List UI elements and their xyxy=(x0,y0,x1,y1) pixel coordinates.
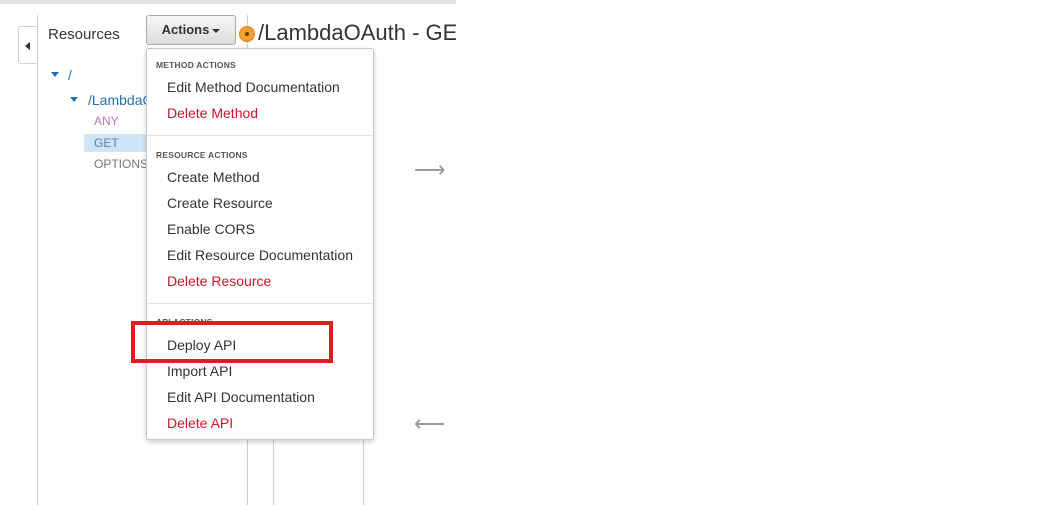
tree-method-get[interactable]: GET xyxy=(94,136,119,150)
orange-dot-icon xyxy=(239,26,255,42)
menu-item-delete-resource[interactable]: Delete Resource xyxy=(167,273,271,289)
resources-title: Resources xyxy=(48,26,120,43)
menu-divider xyxy=(147,303,373,304)
tree-method-options[interactable]: OPTIONS xyxy=(94,157,148,171)
menu-item-edit-method-documentation[interactable]: Edit Method Documentation xyxy=(167,79,340,95)
actions-dropdown-menu: METHOD ACTIONS Edit Method Documentation… xyxy=(146,48,374,440)
menu-divider xyxy=(147,135,373,136)
collapse-panel-button[interactable] xyxy=(18,26,36,64)
tree-root-resource[interactable]: / xyxy=(68,67,72,83)
menu-item-create-resource[interactable]: Create Resource xyxy=(167,195,273,211)
menu-item-enable-cors[interactable]: Enable CORS xyxy=(167,221,255,237)
arrow-right-icon: ⟶ xyxy=(414,157,446,182)
deploy-api-highlight-box xyxy=(131,321,333,363)
menu-item-delete-api[interactable]: Delete API xyxy=(167,415,233,431)
actions-button-label: Actions xyxy=(161,22,210,37)
chevron-down-icon xyxy=(212,28,221,33)
resource-actions-header: RESOURCE ACTIONS xyxy=(156,150,248,160)
arrow-left-icon: ⟵ xyxy=(414,411,446,436)
menu-item-edit-api-documentation[interactable]: Edit API Documentation xyxy=(167,389,315,405)
tree-method-any[interactable]: ANY xyxy=(94,114,119,128)
top-strip xyxy=(0,0,456,4)
method-actions-header: METHOD ACTIONS xyxy=(156,60,236,70)
menu-item-create-method[interactable]: Create Method xyxy=(167,169,260,185)
actions-button[interactable]: Actions xyxy=(146,15,236,45)
menu-item-edit-resource-documentation[interactable]: Edit Resource Documentation xyxy=(167,247,353,263)
menu-item-delete-method[interactable]: Delete Method xyxy=(167,105,258,121)
menu-item-import-api[interactable]: Import API xyxy=(167,363,232,379)
panel-divider xyxy=(37,15,38,505)
expand-triangle-icon[interactable] xyxy=(70,97,78,102)
method-execution-title: /LambdaOAuth - GET - Method Execution xyxy=(258,20,456,45)
expand-triangle-icon[interactable] xyxy=(51,72,59,77)
caret-left-icon xyxy=(25,42,30,50)
